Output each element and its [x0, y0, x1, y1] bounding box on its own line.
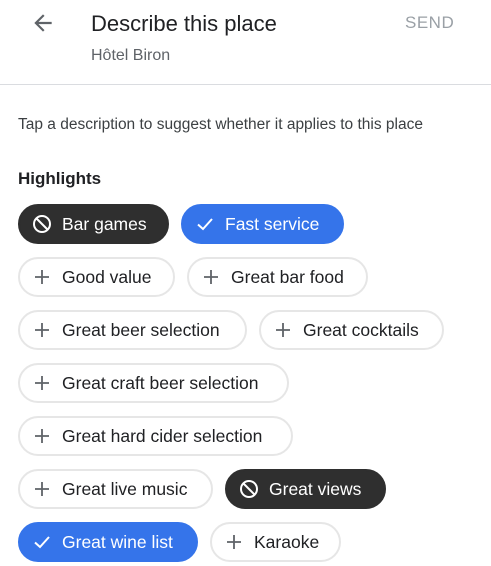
- chip-label: Great craft beer selection: [62, 372, 259, 393]
- block-icon: [32, 214, 52, 234]
- chip-label: Good value: [62, 266, 152, 287]
- plus-icon: [273, 320, 293, 340]
- chip-label: Karaoke: [254, 531, 320, 552]
- chip-good-value[interactable]: Good value: [18, 257, 175, 297]
- page-title: Describe this place: [91, 11, 277, 36]
- plus-icon: [32, 479, 52, 499]
- describe-place-screen: Describe this place Hôtel Biron SEND Tap…: [0, 0, 491, 566]
- chip-karaoke[interactable]: Karaoke: [210, 522, 341, 562]
- plus-icon: [32, 267, 52, 287]
- chip-great-bar-food[interactable]: Great bar food: [187, 257, 368, 297]
- plus-icon: [224, 532, 244, 552]
- instruction-text: Tap a description to suggest whether it …: [18, 116, 423, 133]
- check-icon: [32, 532, 52, 552]
- place-name: Hôtel Biron: [91, 47, 171, 64]
- chip-bar-games[interactable]: Bar games: [18, 204, 169, 244]
- plus-icon: [32, 373, 52, 393]
- plus-icon: [201, 267, 221, 287]
- arrow-back-icon: [30, 10, 56, 41]
- check-icon: [195, 214, 215, 234]
- chip-label: Great beer selection: [62, 319, 220, 340]
- chip-great-live-music[interactable]: Great live music: [18, 469, 213, 509]
- chip-label: Great hard cider selection: [62, 425, 263, 446]
- chip-great-cocktails[interactable]: Great cocktails: [259, 310, 444, 350]
- send-button[interactable]: SEND: [405, 12, 454, 34]
- chip-fast-service[interactable]: Fast service: [181, 204, 344, 244]
- chip-great-craft-beer-selection[interactable]: Great craft beer selection: [18, 363, 289, 403]
- chip-label: Great live music: [62, 478, 188, 499]
- chip-great-hard-cider-selection[interactable]: Great hard cider selection: [18, 416, 293, 456]
- plus-icon: [32, 320, 52, 340]
- app-bar: Describe this place Hôtel Biron SEND: [0, 0, 491, 85]
- chip-label: Great views: [269, 478, 362, 499]
- back-button[interactable]: [26, 8, 60, 42]
- chip-label: Great bar food: [231, 266, 344, 287]
- chip-great-beer-selection[interactable]: Great beer selection: [18, 310, 247, 350]
- highlights-heading: Highlights: [18, 169, 102, 188]
- chip-label: Great wine list: [62, 531, 173, 552]
- chip-great-wine-list[interactable]: Great wine list: [18, 522, 198, 562]
- chip-label: Fast service: [225, 213, 320, 234]
- plus-icon: [32, 426, 52, 446]
- block-icon: [239, 479, 259, 499]
- chip-great-views[interactable]: Great views: [225, 469, 386, 509]
- chip-label: Great cocktails: [303, 319, 419, 340]
- chip-label: Bar games: [62, 213, 147, 234]
